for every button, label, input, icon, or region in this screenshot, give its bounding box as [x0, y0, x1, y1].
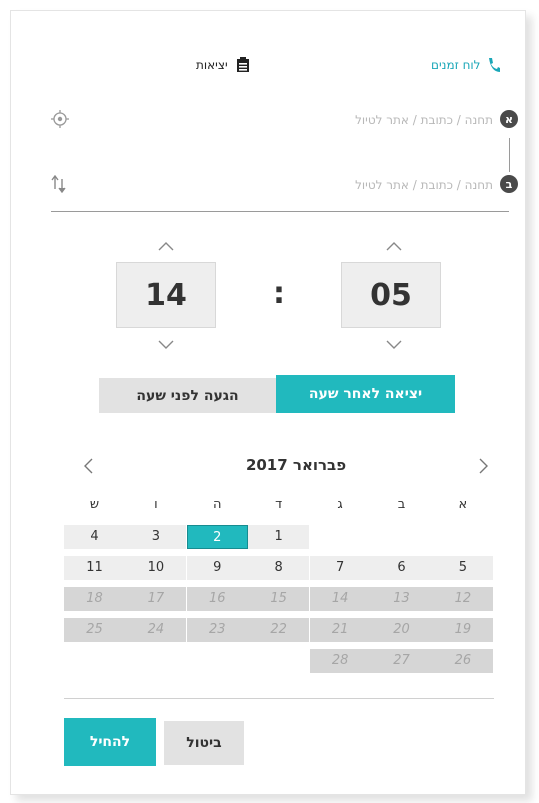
hours-down-chevron-icon[interactable] [155, 337, 177, 351]
weekday-label: ו [154, 497, 158, 512]
swap-icon[interactable] [51, 175, 67, 193]
calendar-day: 24 [125, 618, 187, 642]
minutes-down-chevron-icon[interactable] [383, 337, 405, 351]
departures-tab[interactable]: יציאות [196, 57, 250, 73]
time-separator: : [273, 276, 285, 311]
calendar-day[interactable]: 9 [186, 556, 248, 580]
weekday-label: ש [89, 497, 100, 512]
calendar-day[interactable]: 6 [371, 556, 432, 580]
calendar-day[interactable]: 1 [248, 525, 310, 549]
divider [51, 211, 509, 212]
to-badge: ב [500, 175, 518, 193]
calendar-day: 27 [371, 649, 432, 673]
calendar-day: 19 [432, 618, 494, 642]
clipboard-icon [236, 57, 250, 73]
divider [64, 698, 494, 699]
calendar-day: 12 [432, 587, 494, 611]
calendar-header: פברואר 2017 [71, 451, 491, 481]
header: יציאות לוח זמנים [11, 11, 527, 91]
calendar-day: 20 [371, 618, 432, 642]
calendar-day[interactable]: 4 [64, 525, 125, 549]
calendar-day: 17 [125, 587, 187, 611]
calendar-day: 22 [248, 618, 310, 642]
calendar-day: 15 [248, 587, 310, 611]
cancel-button[interactable]: ביטול [164, 721, 244, 765]
month-title: פברואר 2017 [245, 456, 347, 474]
next-month-chevron-icon[interactable] [473, 455, 493, 477]
depart-after-button[interactable]: יציאה לאחר שעה [276, 375, 455, 413]
calendar-day[interactable]: 11 [64, 556, 125, 580]
hours-up-chevron-icon[interactable] [155, 238, 177, 252]
hours-field[interactable]: 14 [116, 262, 216, 328]
calendar-day: 25 [64, 618, 125, 642]
departures-label: יציאות [196, 58, 228, 72]
calendar-day[interactable]: 2 [186, 525, 248, 549]
calendar-day: 21 [309, 618, 371, 642]
calendar-day[interactable]: 7 [309, 556, 371, 580]
calendar-day: 26 [432, 649, 494, 673]
locate-icon[interactable] [51, 110, 69, 128]
weekday-label: ד [275, 497, 283, 512]
arrive-before-button[interactable]: הגעה לפני שעה [99, 378, 276, 413]
phone-icon [487, 57, 501, 73]
calendar-day[interactable]: 5 [432, 556, 494, 580]
calendar-day: 28 [309, 649, 371, 673]
from-input[interactable] [71, 104, 495, 136]
schedule-tab[interactable]: לוח זמנים [431, 57, 501, 73]
to-field [51, 166, 521, 202]
from-badge: א [500, 110, 518, 128]
apply-button[interactable]: להחיל [64, 718, 156, 766]
calendar-day[interactable]: 3 [125, 525, 187, 549]
calendar-day: 14 [309, 587, 371, 611]
calendar-day[interactable]: 8 [248, 556, 310, 580]
prev-month-chevron-icon[interactable] [79, 455, 99, 477]
weekday-label: א [458, 497, 468, 512]
weekday-label: ה [213, 497, 222, 512]
weekday-label: ב [397, 497, 406, 512]
calendar-day[interactable]: 10 [125, 556, 187, 580]
minutes-field[interactable]: 05 [341, 262, 441, 328]
schedule-label: לוח זמנים [431, 58, 481, 72]
calendar-day: 18 [64, 587, 125, 611]
trip-planner-panel: יציאות לוח זמנים תחנה / כתובת / אתר לטיו… [10, 10, 526, 795]
minutes-up-chevron-icon[interactable] [383, 238, 405, 252]
calendar-day: 16 [186, 587, 248, 611]
calendar-day: 23 [186, 618, 248, 642]
calendar-day: 13 [371, 587, 432, 611]
to-input[interactable] [71, 169, 495, 201]
from-field [51, 101, 521, 137]
weekday-row: אבגדהוש [64, 497, 494, 517]
weekday-label: ג [337, 497, 343, 512]
